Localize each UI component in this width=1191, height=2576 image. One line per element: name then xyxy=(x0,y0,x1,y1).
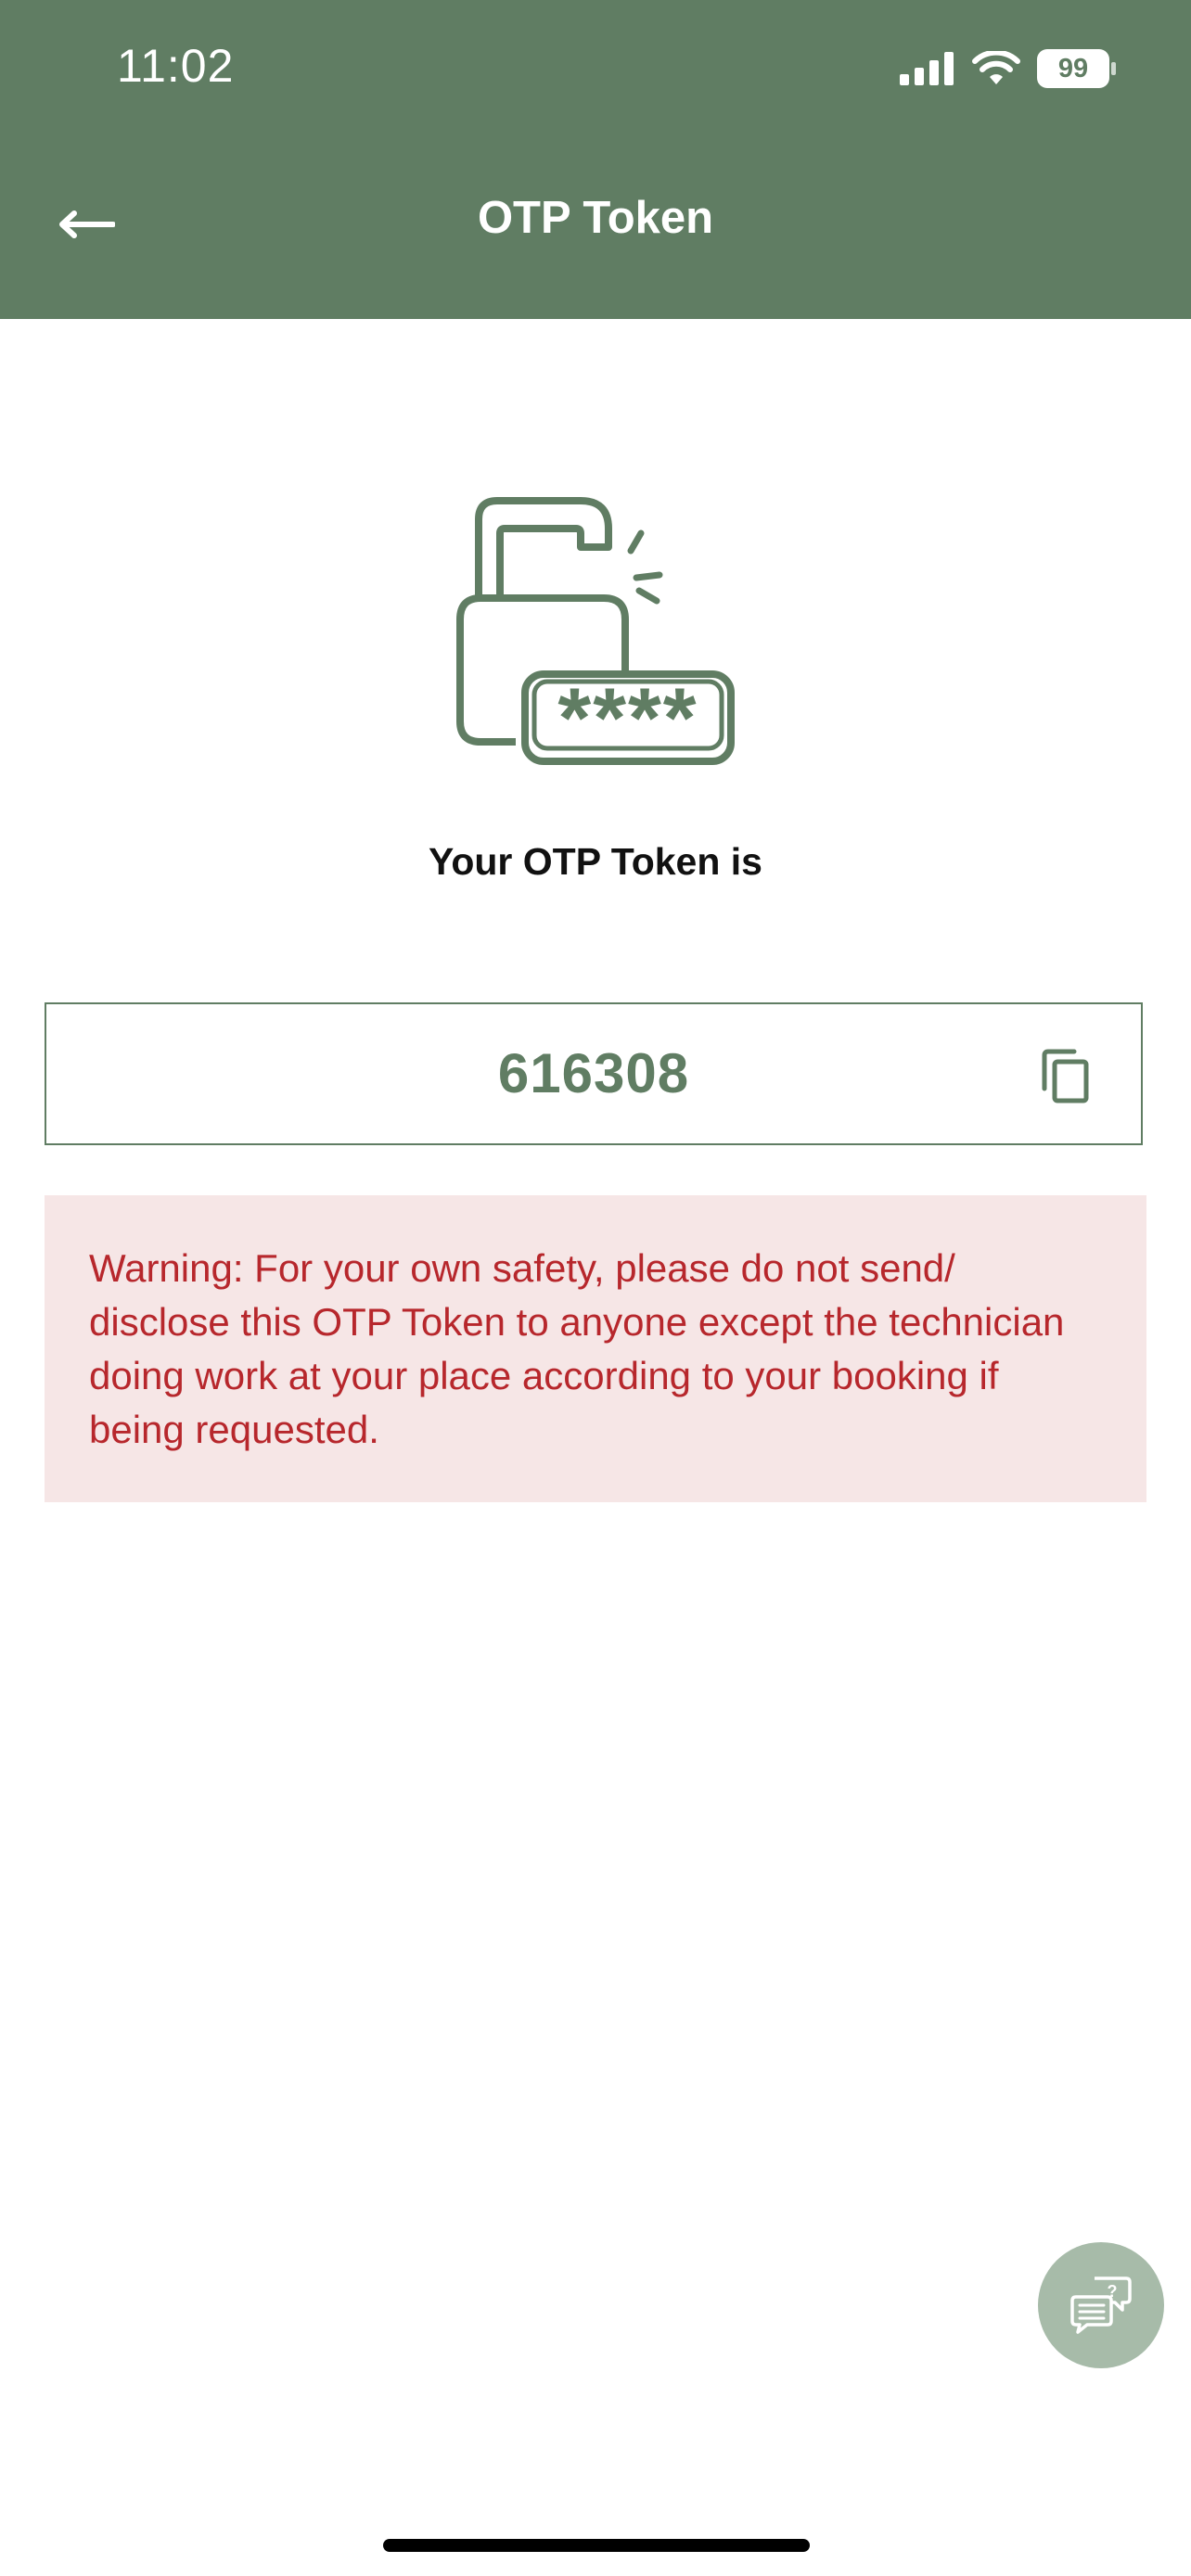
app-header: 11:02 99 OTP Token xyxy=(0,0,1191,319)
otp-token-value[interactable]: 616308 xyxy=(46,1004,1141,1143)
home-indicator xyxy=(383,2539,810,2552)
status-time: 11:02 xyxy=(117,40,235,92)
help-chat-button[interactable]: ? xyxy=(1038,2242,1164,2368)
copy-icon xyxy=(1042,1049,1089,1103)
page-title: OTP Token xyxy=(477,193,714,243)
password-mask-text: **** xyxy=(557,671,698,766)
warning-box: Warning: For your own safety, please do … xyxy=(45,1195,1146,1502)
unlocked-padlock-password-icon: **** xyxy=(456,497,735,766)
cellular-signal-icon xyxy=(900,52,954,85)
wifi-icon xyxy=(972,51,1020,84)
otp-token-box: 616308 xyxy=(45,1002,1143,1145)
battery-indicator: 99 xyxy=(1037,49,1117,88)
copy-button[interactable] xyxy=(1039,1048,1095,1103)
otp-caption: Your OTP Token is xyxy=(429,840,762,883)
battery-level: 99 xyxy=(1057,54,1089,83)
otp-token-screen: 11:02 99 OTP Token **** Your OTP Token i… xyxy=(0,0,1191,2576)
status-icons: 99 xyxy=(900,46,1117,91)
warning-text: Warning: For your own safety, please do … xyxy=(89,1246,1065,1451)
help-chat-icon: ? xyxy=(1070,2276,1132,2334)
